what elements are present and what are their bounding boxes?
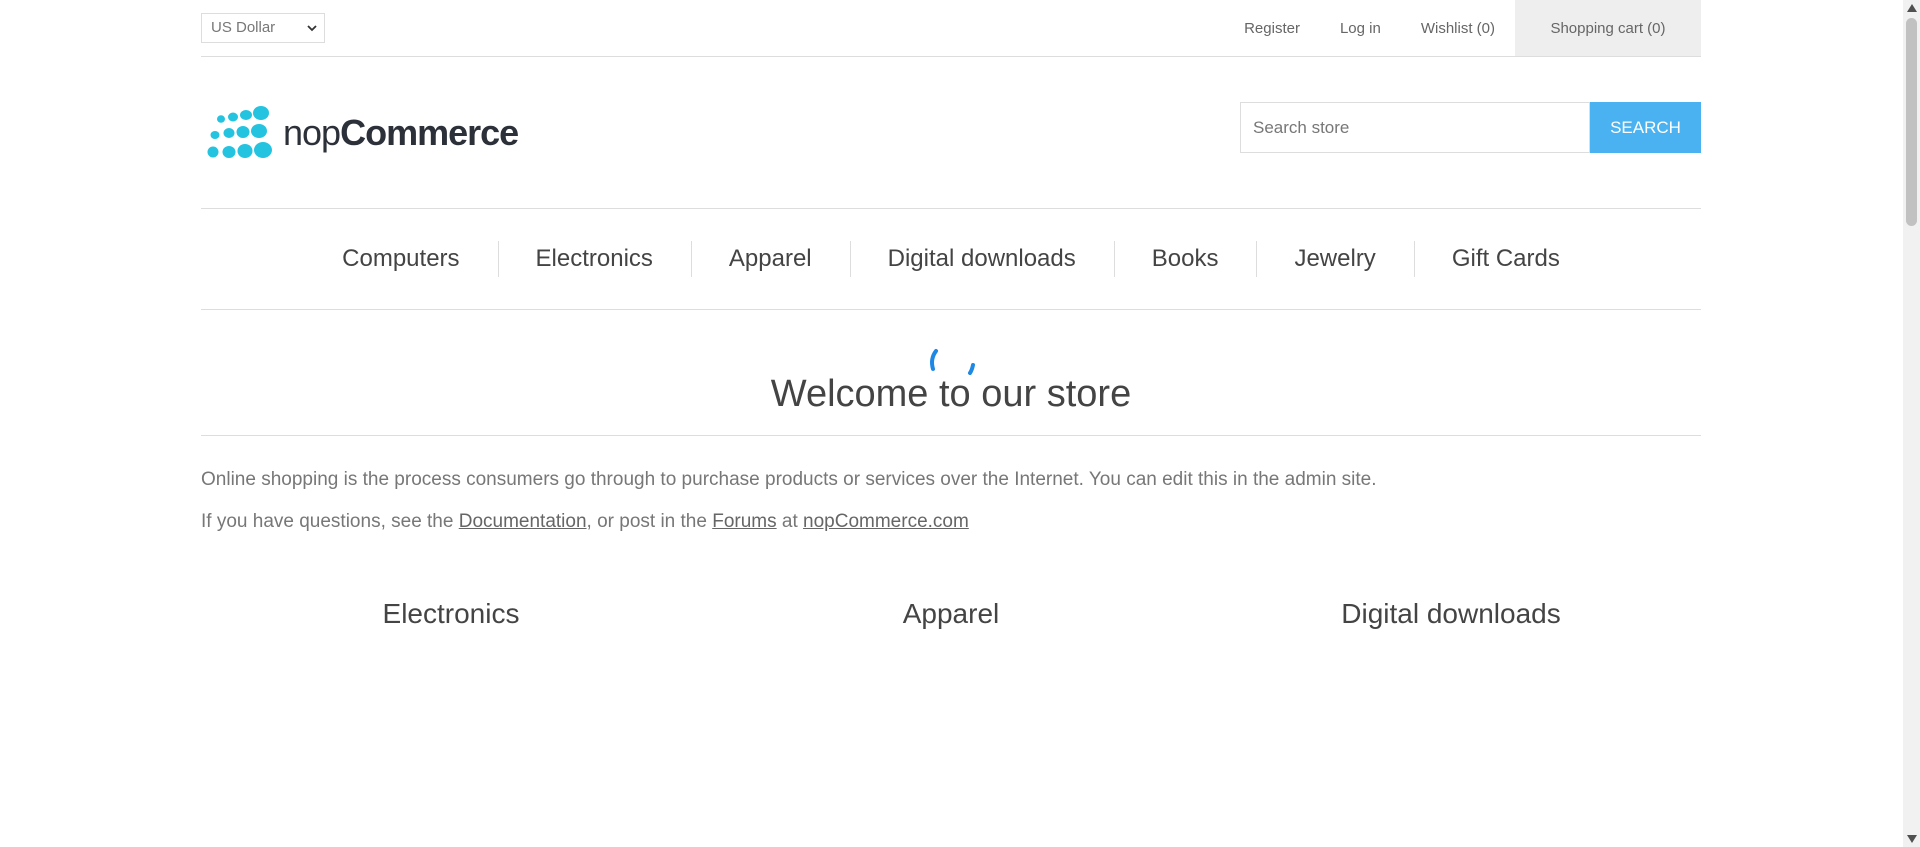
scroll-up-arrow-icon[interactable] [1907, 4, 1917, 12]
scrollbar-thumb[interactable] [1906, 18, 1917, 226]
menu-item-electronics[interactable]: Electronics [497, 241, 691, 277]
documentation-link[interactable]: Documentation [459, 511, 587, 532]
header-links: Register Log in Wishlist (0) Shopping ca… [1204, 0, 1701, 56]
page: US Dollar Register Log in Wishlist (0) S… [0, 0, 1920, 847]
category-apparel[interactable]: Apparel [701, 598, 1201, 630]
featured-categories: Electronics Apparel Digital downloads [201, 598, 1701, 630]
logo-dots-icon [207, 106, 272, 158]
help-paragraph: If you have questions, see the Documenta… [201, 508, 1701, 536]
search-input[interactable]: Search store [1240, 102, 1590, 153]
intro-paragraph: Online shopping is the process consumers… [201, 469, 1377, 490]
main-container: US Dollar Register Log in Wishlist (0) S… [201, 0, 1701, 629]
nopcommerce-site-link[interactable]: nopCommerce.com [803, 511, 969, 532]
currency-select[interactable]: US Dollar [201, 13, 325, 43]
menu-item-jewelry[interactable]: Jewelry [1256, 241, 1413, 277]
forums-link[interactable]: Forums [712, 511, 776, 532]
menu-item-books[interactable]: Books [1113, 241, 1257, 277]
help-middle: , or post in the [586, 511, 713, 532]
register-link[interactable]: Register [1244, 20, 1300, 37]
header-logo-search: nopCommerce Search store Search [201, 57, 1701, 208]
menu-item-digital-downloads[interactable]: Digital downloads [849, 241, 1114, 277]
vertical-scrollbar[interactable] [1903, 0, 1920, 847]
currency-selected-value: US Dollar [211, 19, 276, 36]
help-prefix: If you have questions, see the [201, 511, 459, 532]
logo-text: nopCommerce [283, 112, 519, 154]
welcome-section: Welcome to our store [201, 368, 1701, 436]
category-digital-downloads[interactable]: Digital downloads [1201, 598, 1701, 630]
page-title: Welcome to our store [770, 373, 1132, 415]
header-links-bar: US Dollar Register Log in Wishlist (0) S… [201, 0, 1701, 57]
menu-item-apparel[interactable]: Apparel [690, 241, 850, 277]
logo-text-light: nop [283, 112, 341, 153]
shopping-cart-link[interactable]: Shopping cart (0) [1515, 0, 1701, 56]
topic-text: Online shopping is the process consumers… [201, 466, 1701, 550]
wishlist-link[interactable]: Wishlist (0) [1421, 20, 1495, 37]
store-logo[interactable]: nopCommerce [203, 105, 519, 161]
top-menu: Computers Electronics Apparel Digital do… [201, 208, 1701, 310]
menu-item-gift-cards[interactable]: Gift Cards [1413, 241, 1598, 277]
menu-item-computers[interactable]: Computers [304, 241, 497, 277]
login-link[interactable]: Log in [1340, 20, 1381, 37]
search-box: Search store Search [1240, 102, 1701, 153]
category-electronics[interactable]: Electronics [201, 598, 701, 630]
search-button[interactable]: Search [1590, 102, 1701, 153]
chevron-down-icon [307, 25, 317, 32]
help-at: at [776, 511, 804, 532]
logo-text-bold: Commerce [340, 112, 519, 153]
scroll-down-arrow-icon[interactable] [1907, 835, 1917, 843]
